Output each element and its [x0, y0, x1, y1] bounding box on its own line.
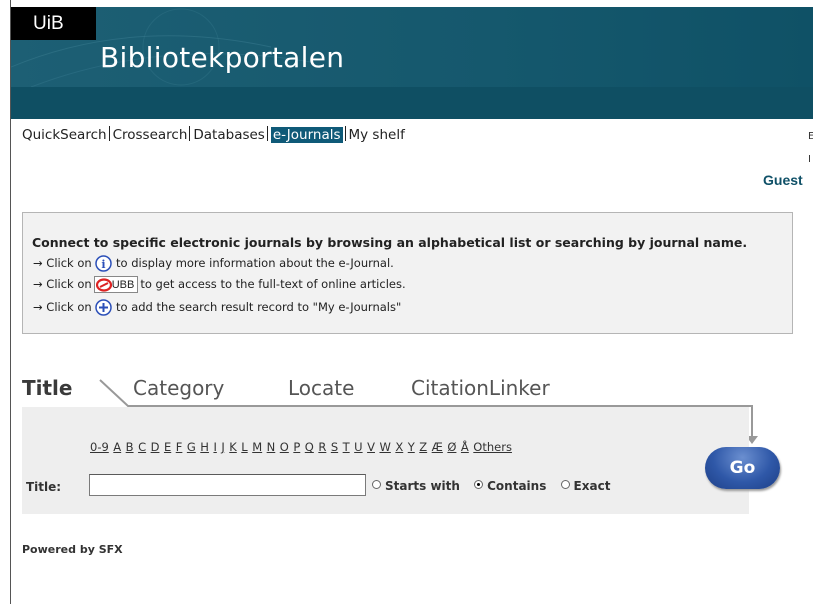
tab-locate[interactable]: Locate: [288, 376, 354, 400]
nav-quicksearch[interactable]: QuickSearch: [22, 127, 107, 143]
alpha-link-h[interactable]: H: [200, 440, 209, 454]
info-line-1-suffix: to display more information about the e-…: [116, 256, 394, 270]
alpha-link-v[interactable]: V: [367, 440, 375, 454]
search-panel: 0-9 A B C D E F G H I J K L M N O P Q R S T U V W X Y Z Æ Ø Å Others T…: [22, 407, 749, 514]
alpha-link-p[interactable]: P: [293, 440, 300, 454]
add-plus-icon: [95, 299, 113, 316]
alpha-link-z[interactable]: Z: [419, 440, 427, 454]
radio-contains[interactable]: [474, 479, 484, 489]
tab-category[interactable]: Category: [133, 376, 224, 400]
nav-crossearch[interactable]: Crossearch: [113, 127, 188, 143]
alpha-link-o[interactable]: O: [280, 440, 289, 454]
alpha-link-t[interactable]: T: [343, 440, 350, 454]
title-field-label: Title:: [26, 480, 62, 494]
guest-label: Guest: [763, 172, 803, 188]
info-line-3: → Click on to add the search result reco…: [33, 299, 401, 316]
option-starts-with[interactable]: Starts with: [372, 479, 460, 493]
edge-text-2: I: [808, 154, 811, 165]
alpha-link-s[interactable]: S: [331, 440, 338, 454]
radio-starts-with[interactable]: [372, 479, 381, 489]
alpha-link-j[interactable]: J: [221, 440, 224, 454]
nav-separator: [108, 126, 110, 141]
info-line-2-suffix: to get access to the full-text of online…: [140, 277, 406, 291]
alpha-link-d[interactable]: D: [151, 440, 160, 454]
alpha-link-oe[interactable]: Ø: [447, 440, 456, 454]
option-exact[interactable]: Exact: [560, 479, 611, 493]
main-nav: QuickSearch Crossearch Databases e-Journals…: [22, 126, 405, 143]
alpha-link-aa[interactable]: Å: [461, 440, 469, 454]
alpha-link-i[interactable]: I: [213, 440, 216, 454]
alpha-link-e[interactable]: E: [164, 440, 171, 454]
alpha-link-x[interactable]: X: [395, 440, 403, 454]
alpha-link-r[interactable]: R: [318, 440, 326, 454]
alphabet-index: 0-9 A B C D E F G H I J K L M N O P Q R S T U V W X Y Z Æ Ø Å Others: [90, 440, 516, 454]
alpha-link-a[interactable]: A: [113, 440, 121, 454]
alpha-link-b[interactable]: B: [126, 440, 134, 454]
title-search-input[interactable]: [89, 474, 366, 496]
alpha-link-m[interactable]: M: [252, 440, 262, 454]
powered-by-sfx: Powered by SFX: [22, 543, 123, 556]
nav-e-journals[interactable]: e-Journals: [270, 127, 343, 143]
site-header: UiB Bibliotekportalen: [11, 7, 813, 119]
info-line-1: → Click on i to display more information…: [33, 255, 394, 272]
info-box: Connect to specific electronic journals …: [22, 212, 793, 334]
info-line-2-prefix: → Click on: [33, 277, 92, 291]
portal-title: Bibliotekportalen: [100, 41, 345, 74]
ubb-sample-button: UBB: [93, 276, 139, 293]
go-button[interactable]: Go: [705, 447, 780, 489]
nav-separator: [189, 126, 191, 141]
ubb-sample-label: UBB: [111, 278, 135, 291]
alpha-link-u[interactable]: U: [354, 440, 362, 454]
sfx-logo-icon: [95, 277, 112, 292]
radio-exact[interactable]: [560, 479, 570, 489]
alpha-link-0-9[interactable]: 0-9: [90, 440, 109, 454]
alpha-link-l[interactable]: L: [241, 440, 247, 454]
alpha-link-w[interactable]: W: [379, 440, 390, 454]
info-line-2: → Click on UBB to get access to the full-t…: [33, 276, 406, 293]
info-heading: Connect to specific electronic journals …: [32, 235, 748, 250]
info-line-3-prefix: → Click on: [33, 300, 92, 314]
alpha-link-c[interactable]: C: [138, 440, 146, 454]
tab-title[interactable]: Title: [22, 376, 72, 400]
uib-logo[interactable]: UiB: [11, 7, 96, 40]
nav-my-shelf[interactable]: My shelf: [349, 127, 405, 143]
info-line-1-prefix: → Click on: [33, 256, 92, 270]
info-line-3-suffix: to add the search result record to "My e…: [116, 300, 402, 314]
alpha-link-ae[interactable]: Æ: [432, 440, 443, 454]
info-icon: i: [95, 255, 113, 272]
option-contains-label: Contains: [487, 479, 547, 493]
alpha-link-g[interactable]: G: [187, 440, 196, 454]
nav-separator: [344, 126, 346, 141]
option-contains[interactable]: Contains: [474, 479, 546, 493]
alpha-link-q[interactable]: Q: [305, 440, 314, 454]
alpha-link-others[interactable]: Others: [473, 440, 512, 454]
option-starts-with-label: Starts with: [385, 479, 460, 493]
match-options: Starts with Contains Exact: [372, 479, 620, 494]
option-exact-label: Exact: [573, 479, 611, 493]
tab-citationlinker[interactable]: CitationLinker: [411, 376, 550, 400]
alpha-link-k[interactable]: K: [229, 440, 237, 454]
alpha-link-f[interactable]: F: [176, 440, 183, 454]
svg-text:i: i: [102, 258, 106, 271]
nav-separator: [266, 126, 268, 141]
edge-text-1: E: [808, 131, 813, 142]
alpha-link-y[interactable]: Y: [408, 440, 415, 454]
nav-databases[interactable]: Databases: [193, 127, 264, 143]
alpha-link-n[interactable]: N: [267, 440, 276, 454]
